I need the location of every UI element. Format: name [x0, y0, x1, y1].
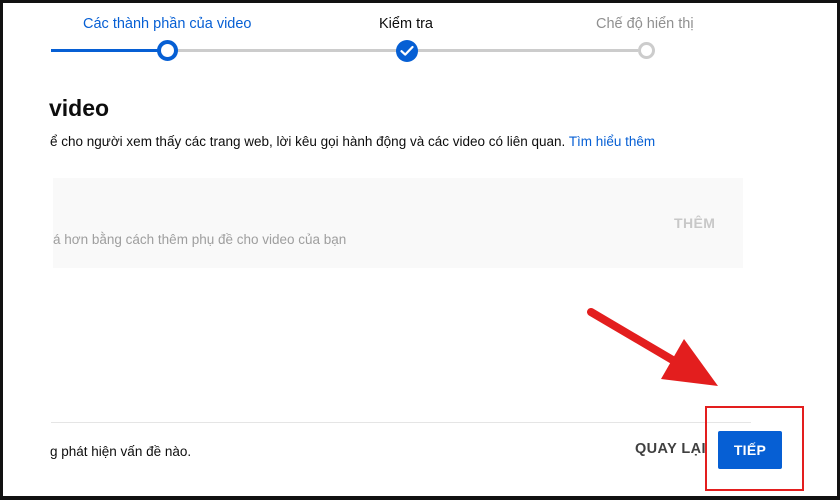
add-subtitles-button[interactable]: THÊM — [674, 215, 715, 231]
step-visibility-node[interactable] — [638, 42, 655, 59]
checks-status-text: g phát hiện vấn đề nào. — [50, 444, 192, 459]
check-icon — [400, 45, 414, 56]
section-title: video — [49, 95, 110, 121]
step-video-elements-node[interactable] — [157, 40, 178, 61]
subtitles-card: á hơn bằng cách thêm phụ đề cho video củ… — [53, 178, 743, 268]
section-description: ể cho người xem thấy các trang web, lời … — [50, 134, 655, 149]
step-checks-node[interactable] — [396, 40, 418, 62]
section-description-text: ể cho người xem thấy các trang web, lời … — [50, 134, 569, 149]
subtitles-hint: á hơn bằng cách thêm phụ đề cho video củ… — [53, 232, 347, 247]
stepper-track-completed — [51, 49, 159, 52]
step-checks-label[interactable]: Kiểm tra — [379, 16, 433, 32]
dialog-frame: Các thành phần của video Kiểm tra Chế độ… — [0, 0, 840, 500]
back-button[interactable]: QUAY LẠI — [635, 441, 706, 457]
step-visibility-label[interactable]: Chế độ hiển thị — [596, 16, 694, 32]
arrow-annotation-icon — [587, 308, 718, 386]
annotation-highlight-box — [705, 406, 804, 491]
footer-divider — [51, 422, 751, 423]
step-video-elements-label[interactable]: Các thành phần của video — [83, 16, 252, 32]
learn-more-link[interactable]: Tìm hiểu thêm — [569, 134, 655, 149]
